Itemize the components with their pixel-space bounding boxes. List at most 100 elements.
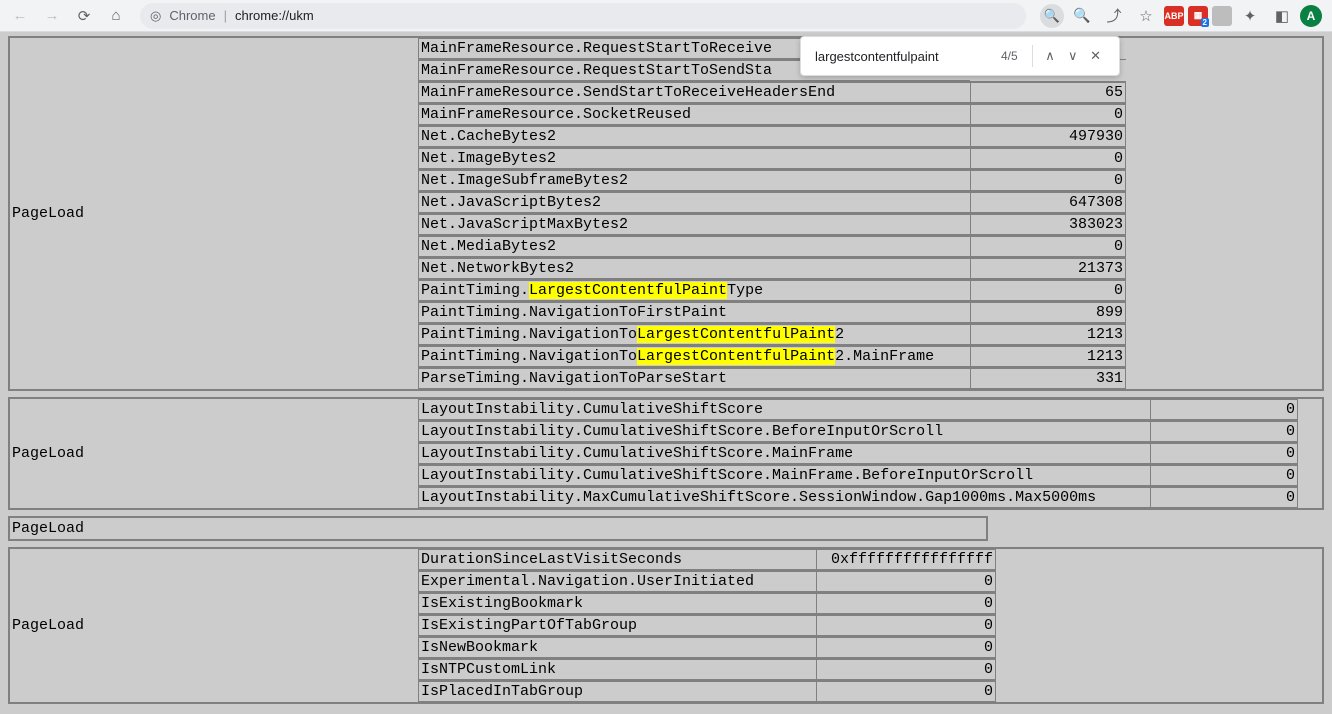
metric-value: 0 — [970, 280, 1126, 301]
metric-value: 0 — [816, 615, 996, 636]
extension-gray-icon[interactable] — [1212, 6, 1232, 26]
metric-name: PaintTiming.NavigationToFirstPaint — [418, 302, 970, 323]
table-row: Net.CacheBytes2497930 — [418, 125, 1126, 147]
address-bar[interactable]: ◎ Chrome | chrome://ukm — [140, 3, 1026, 29]
table-row: LayoutInstability.MaxCumulativeShiftScor… — [418, 486, 1298, 508]
metric-name: Net.CacheBytes2 — [418, 126, 970, 147]
table-row: LayoutInstability.CumulativeShiftScore.M… — [418, 442, 1298, 464]
table-row: LayoutInstability.CumulativeShiftScore.B… — [418, 420, 1298, 442]
section-rows: MainFrameResource.RequestStartToReceiveM… — [418, 38, 1126, 389]
find-next-button[interactable]: ∨ — [1061, 43, 1084, 69]
metric-name: PaintTiming.NavigationToLargestContentfu… — [418, 324, 970, 345]
side-panel-icon[interactable]: ◧ — [1268, 2, 1296, 30]
home-button[interactable]: ⌂ — [102, 2, 130, 30]
table-row: IsExistingBookmark0 — [418, 592, 996, 614]
toolbar-right: 🔍 🔍 ⤴ ☆ ABP ▦2 ✦ ◧ A — [1036, 2, 1326, 30]
browser-toolbar: ← → ⟳ ⌂ ◎ Chrome | chrome://ukm 🔍 🔍 ⤴ ☆ … — [0, 0, 1332, 32]
table-row: PaintTiming.NavigationToLargestContentfu… — [418, 345, 1126, 367]
extension-red-icon[interactable]: ▦2 — [1188, 6, 1208, 26]
extension-abp-icon[interactable]: ABP — [1164, 6, 1184, 26]
table-row: Net.ImageBytes20 — [418, 147, 1126, 169]
metric-value: 0xffffffffffffffff — [816, 549, 996, 570]
metric-name: PaintTiming.LargestContentfulPaintType — [418, 280, 970, 301]
profile-avatar[interactable]: A — [1300, 5, 1322, 27]
metric-value: 0 — [1150, 443, 1298, 464]
find-prev-button[interactable]: ∧ — [1039, 43, 1062, 69]
address-prefix: Chrome — [169, 8, 215, 23]
table-row: Net.JavaScriptBytes2647308 — [418, 191, 1126, 213]
metric-value: 0 — [1150, 487, 1298, 508]
metric-name: ParseTiming.NavigationToParseStart — [418, 368, 970, 389]
ukm-section-label-only: PageLoad — [8, 516, 988, 541]
find-count: 4/5 — [1001, 49, 1018, 63]
metric-value: 0 — [970, 170, 1126, 191]
zoom-out-icon[interactable]: 🔍 — [1068, 2, 1096, 30]
ukm-section: PageLoad DurationSinceLastVisitSeconds0x… — [8, 547, 1324, 704]
section-label: PageLoad — [10, 399, 418, 508]
table-row: PaintTiming.NavigationToFirstPaint899 — [418, 301, 1126, 323]
metric-name: MainFrameResource.SocketReused — [418, 104, 970, 125]
section-rows: LayoutInstability.CumulativeShiftScore0L… — [418, 399, 1298, 508]
table-row: IsNewBookmark0 — [418, 636, 996, 658]
metric-value: 899 — [970, 302, 1126, 323]
address-separator: | — [224, 8, 227, 23]
metric-name: Net.ImageSubframeBytes2 — [418, 170, 970, 191]
metric-value: 0 — [970, 148, 1126, 169]
metric-name: LayoutInstability.CumulativeShiftScore.M… — [418, 465, 1150, 486]
metric-value: 0 — [816, 637, 996, 658]
table-row: Experimental.Navigation.UserInitiated0 — [418, 570, 996, 592]
metric-name: IsNTPCustomLink — [418, 659, 816, 680]
table-row: LayoutInstability.CumulativeShiftScore.M… — [418, 464, 1298, 486]
chrome-icon: ◎ — [150, 8, 161, 24]
reload-button[interactable]: ⟳ — [70, 2, 98, 30]
table-row: MainFrameResource.SocketReused0 — [418, 103, 1126, 125]
metric-name: PaintTiming.NavigationToLargestContentfu… — [418, 346, 970, 367]
metric-value: 0 — [816, 571, 996, 592]
metric-value: 383023 — [970, 214, 1126, 235]
find-in-page-bar: 4/5 ∧ ∨ ✕ — [800, 36, 1120, 76]
metric-name: DurationSinceLastVisitSeconds — [418, 549, 816, 570]
metric-name: Net.NetworkBytes2 — [418, 258, 970, 279]
metric-name: LayoutInstability.CumulativeShiftScore — [418, 399, 1150, 420]
metric-value: 647308 — [970, 192, 1126, 213]
metric-value: 0 — [816, 659, 996, 680]
section-label: PageLoad — [10, 549, 418, 702]
metric-value: 0 — [1150, 465, 1298, 486]
metric-value: 331 — [970, 368, 1126, 389]
metric-value: 0 — [970, 104, 1126, 125]
metric-value: 0 — [1150, 421, 1298, 442]
share-icon[interactable]: ⤴ — [1100, 2, 1128, 30]
table-row: ParseTiming.NavigationToParseStart331 — [418, 367, 1126, 389]
section-label: PageLoad — [10, 38, 418, 389]
metric-value: 497930 — [970, 126, 1126, 147]
metric-name: Net.JavaScriptMaxBytes2 — [418, 214, 970, 235]
table-row: LayoutInstability.CumulativeShiftScore0 — [418, 399, 1298, 420]
metric-name: Net.ImageBytes2 — [418, 148, 970, 169]
metric-name: Experimental.Navigation.UserInitiated — [418, 571, 816, 592]
forward-button[interactable]: → — [38, 2, 66, 30]
zoom-find-icon[interactable]: 🔍 — [1040, 4, 1064, 28]
find-separator — [1032, 45, 1033, 67]
metric-name: LayoutInstability.CumulativeShiftScore.B… — [418, 421, 1150, 442]
metric-name: IsNewBookmark — [418, 637, 816, 658]
metric-name: IsPlacedInTabGroup — [418, 681, 816, 702]
metric-value: 0 — [816, 593, 996, 614]
back-button[interactable]: ← — [6, 2, 34, 30]
table-row: PaintTiming.NavigationToLargestContentfu… — [418, 323, 1126, 345]
table-row: IsNTPCustomLink0 — [418, 658, 996, 680]
metric-name: LayoutInstability.CumulativeShiftScore.M… — [418, 443, 1150, 464]
table-row: MainFrameResource.SendStartToReceiveHead… — [418, 81, 1126, 103]
page-content: PageLoad MainFrameResource.RequestStartT… — [0, 32, 1332, 714]
metric-value: 0 — [970, 236, 1126, 257]
metric-value: 1213 — [970, 324, 1126, 345]
metric-name: LayoutInstability.MaxCumulativeShiftScor… — [418, 487, 1150, 508]
metric-name: Net.JavaScriptBytes2 — [418, 192, 970, 213]
metric-name: MainFrameResource.SendStartToReceiveHead… — [418, 82, 970, 103]
find-close-button[interactable]: ✕ — [1084, 43, 1107, 69]
extensions-puzzle-icon[interactable]: ✦ — [1236, 2, 1264, 30]
find-input[interactable] — [813, 48, 993, 65]
section-rows: DurationSinceLastVisitSeconds0xfffffffff… — [418, 549, 996, 702]
bookmark-star-icon[interactable]: ☆ — [1132, 2, 1160, 30]
table-row: Net.JavaScriptMaxBytes2383023 — [418, 213, 1126, 235]
table-row: IsExistingPartOfTabGroup0 — [418, 614, 996, 636]
